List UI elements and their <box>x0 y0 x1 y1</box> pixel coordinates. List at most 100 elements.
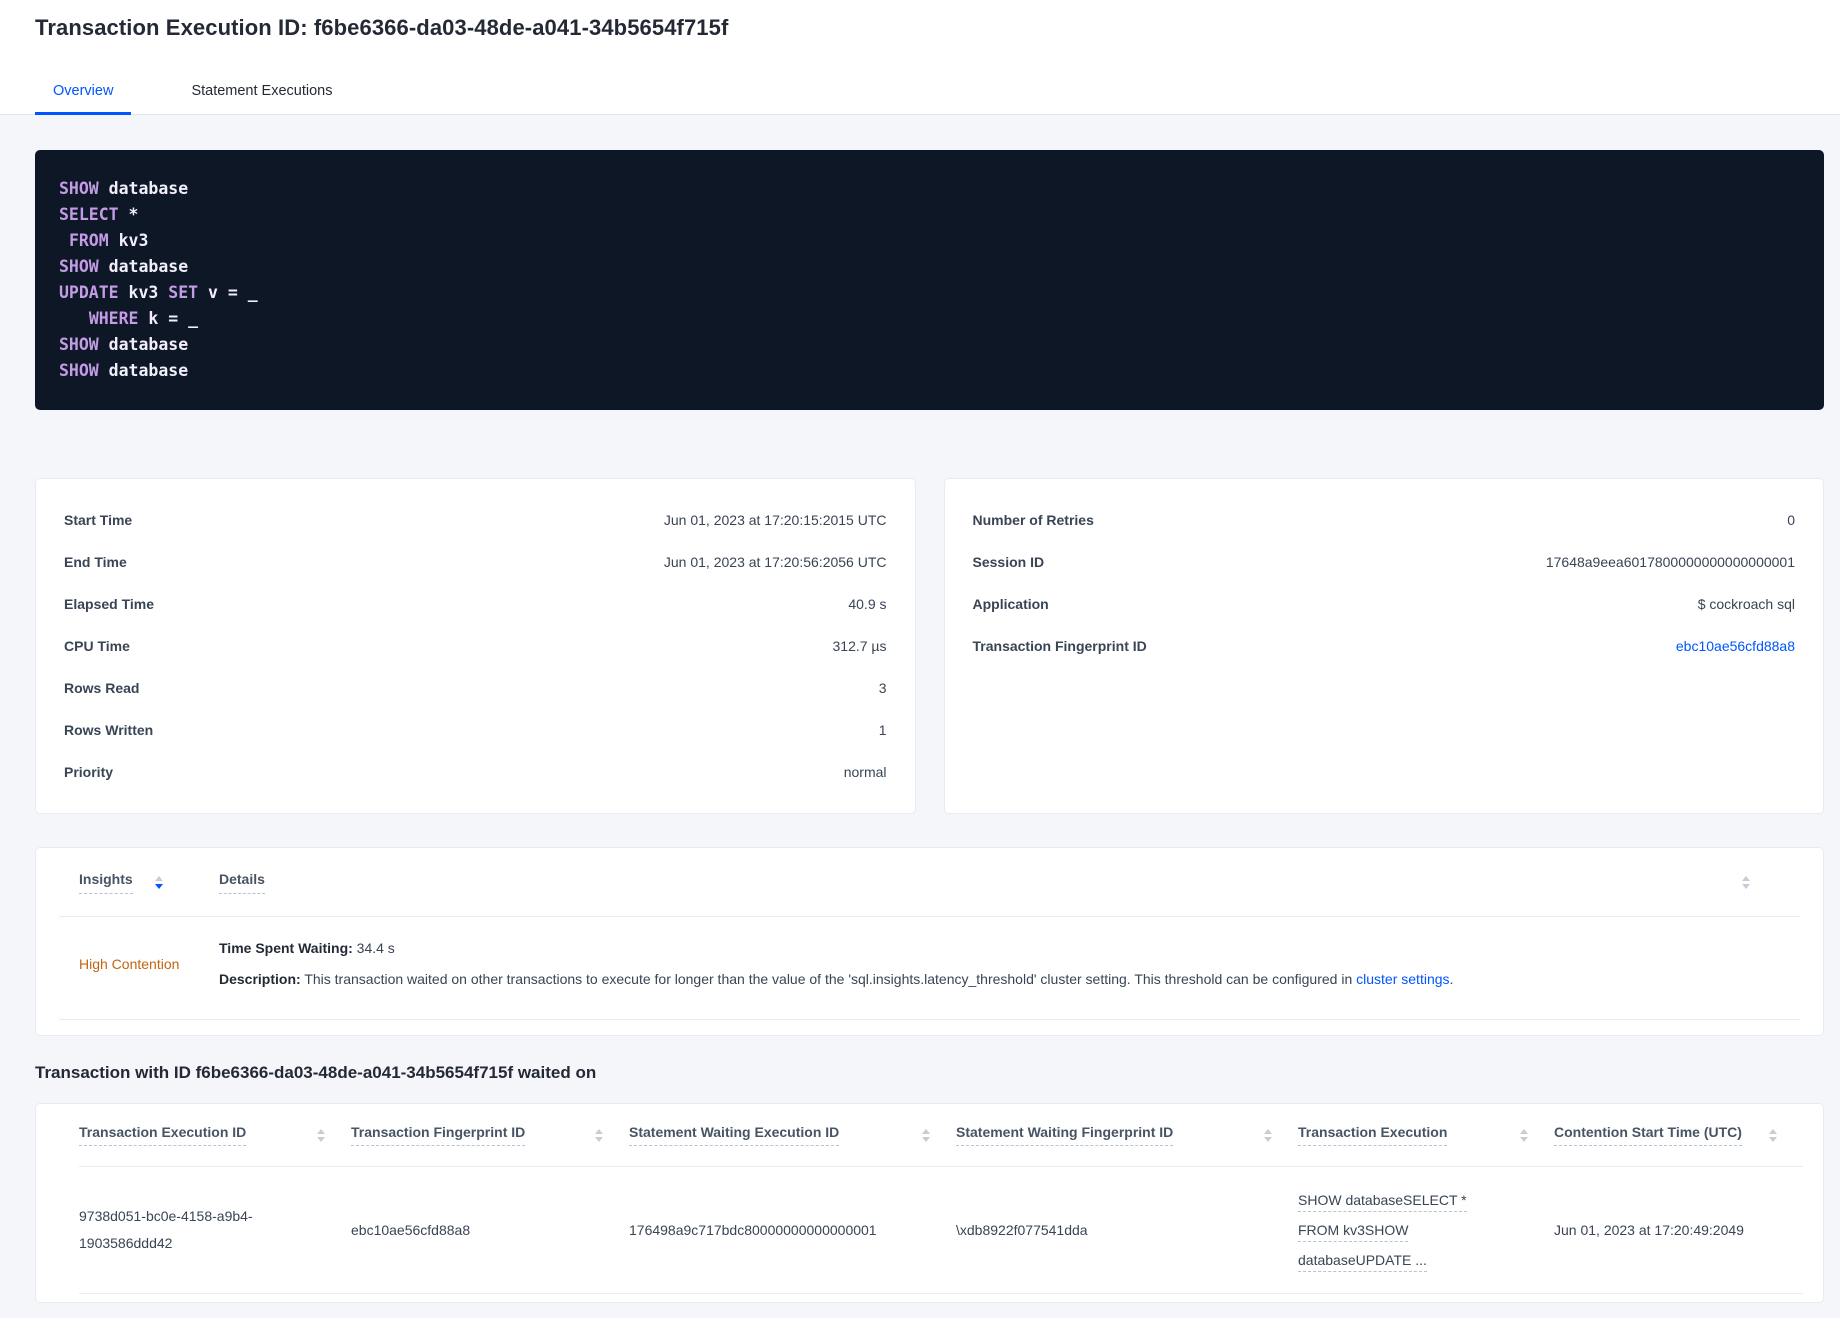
insight-row: High Contention Time Spent Waiting: 34.4… <box>59 917 1800 1020</box>
transaction-fingerprint-link[interactable]: ebc10ae56cfd88a8 <box>1676 638 1795 654</box>
summary-row: Rows Written 1 <box>64 709 887 751</box>
waited-on-table-row: 9738d051-bc0e-4158-a9b4-1903586ddd42 ebc… <box>79 1167 1803 1294</box>
summary-value: 40.9 s <box>848 596 887 612</box>
column-header-transaction-fingerprint-id[interactable]: Transaction Fingerprint ID <box>351 1124 629 1146</box>
description-label: Description: <box>219 971 301 987</box>
summary-row: Session ID 17648a9eea60178000000000000000… <box>973 541 1796 583</box>
sql-line: SHOW database <box>59 335 189 354</box>
insights-card: Insights Details High Contention Time Sp… <box>35 847 1824 1036</box>
summary-value: Jun 01, 2023 at 17:20:15:2015 UTC <box>663 512 887 528</box>
summary-cards: Start Time Jun 01, 2023 at 17:20:15:2015 … <box>35 478 1824 814</box>
transaction-execution-line: databaseUPDATE ... <box>1298 1252 1427 1272</box>
description-text: This transaction waited on other transac… <box>300 971 1357 987</box>
execution-summary-card: Start Time Jun 01, 2023 at 17:20:15:2015 … <box>35 478 916 814</box>
summary-value: 17648a9eea6017800000000000000001 <box>1545 554 1795 570</box>
cell-transaction-execution-link[interactable]: SHOW databaseSELECT * FROM kv3SHOW datab… <box>1298 1185 1554 1275</box>
transaction-execution-line: FROM kv3SHOW <box>1298 1222 1409 1242</box>
insight-details: Time Spent Waiting: 34.4 s Description: … <box>219 933 1800 995</box>
summary-row: Start Time Jun 01, 2023 at 17:20:15:2015 … <box>64 499 887 541</box>
column-header-statement-waiting-fingerprint-id[interactable]: Statement Waiting Fingerprint ID <box>956 1124 1298 1146</box>
sort-icon[interactable] <box>154 875 163 889</box>
summary-row: Application $ cockroach sql <box>973 583 1796 625</box>
summary-row: Number of Retries 0 <box>973 499 1796 541</box>
sql-line: WHERE k = _ <box>88 309 199 328</box>
summary-row: Rows Read 3 <box>64 667 887 709</box>
sort-icon[interactable] <box>595 1128 603 1142</box>
summary-row: Priority normal <box>64 751 887 793</box>
sort-icon[interactable] <box>1520 1128 1528 1142</box>
column-header-label: Transaction Fingerprint ID <box>351 1124 526 1146</box>
sql-line: UPDATE kv3 SET v = _ <box>59 283 258 302</box>
insights-table-header: Insights Details <box>59 848 1800 917</box>
summary-value: 0 <box>1787 512 1795 528</box>
waited-on-table-card: Transaction Execution ID Transaction Fing… <box>35 1103 1824 1303</box>
cell-statement-waiting-fingerprint-id: \xdb8922f077541dda <box>956 1221 1088 1238</box>
column-header-transaction-execution[interactable]: Transaction Execution <box>1298 1124 1554 1146</box>
sort-icon[interactable] <box>317 1128 325 1142</box>
time-spent-waiting-value: 34.4 s <box>352 940 395 956</box>
sql-line: SHOW database <box>59 179 189 198</box>
cluster-settings-link[interactable]: cluster settings <box>1356 971 1449 987</box>
insight-description: Description: This transaction waited on … <box>219 964 1780 995</box>
summary-value: $ cockroach sql <box>1697 596 1795 612</box>
column-header-label: Statement Waiting Execution ID <box>629 1124 840 1146</box>
summary-row: CPU Time 312.7 µs <box>64 625 887 667</box>
sql-line: FROM kv3 <box>68 231 149 250</box>
sql-line: SELECT * <box>59 205 139 224</box>
page-title: Transaction Execution ID: f6be6366-da03-… <box>35 15 729 40</box>
details-column-label[interactable]: Details <box>219 871 265 894</box>
page-content: SHOW database SELECT * FROM kv3 SHOW datab… <box>0 150 1840 1303</box>
sql-statements-box: SHOW database SELECT * FROM kv3 SHOW datab… <box>35 150 1824 410</box>
tab-bar: Overview Statement Executions <box>35 83 351 115</box>
summary-row: Transaction Fingerprint ID ebc10ae56cfd88… <box>973 625 1796 667</box>
page-header: Transaction Execution ID: f6be6366-da03-… <box>0 0 1840 115</box>
column-header-label: Transaction Execution ID <box>79 1124 247 1146</box>
summary-label: Number of Retries <box>972 512 1094 528</box>
cell-statement-waiting-execution-id: 176498a9c717bdc80000000000000001 <box>629 1221 877 1238</box>
summary-row: End Time Jun 01, 2023 at 17:20:56:2056 UT… <box>64 541 887 583</box>
summary-value: 3 <box>878 680 887 696</box>
summary-label: Application <box>972 596 1049 612</box>
summary-label: Transaction Fingerprint ID <box>972 638 1147 654</box>
sql-line: SHOW database <box>59 361 189 380</box>
cell-contention-start-time: Jun 01, 2023 at 17:20:49:2049 <box>1554 1221 1744 1238</box>
summary-value: normal <box>843 764 887 780</box>
summary-row: Elapsed Time 40.9 s <box>64 583 887 625</box>
column-header-label: Statement Waiting Fingerprint ID <box>956 1124 1174 1146</box>
summary-value: 1 <box>878 722 887 738</box>
tab-statement-executions[interactable]: Statement Executions <box>173 83 350 115</box>
column-header-transaction-execution-id[interactable]: Transaction Execution ID <box>79 1124 351 1146</box>
session-summary-card: Number of Retries 0 Session ID 17648a9eea60… <box>943 478 1824 814</box>
waited-on-table-header: Transaction Execution ID Transaction Fing… <box>79 1104 1803 1167</box>
cell-transaction-execution-id: 9738d051-bc0e-4158-a9b4-1903586ddd42 <box>79 1208 253 1251</box>
insights-column-header[interactable]: Insights <box>59 871 219 894</box>
summary-label: Session ID <box>972 554 1045 570</box>
sort-icon[interactable] <box>1769 1128 1777 1142</box>
summary-value: 312.7 µs <box>832 638 887 654</box>
transaction-execution-line: SHOW databaseSELECT * <box>1298 1192 1467 1212</box>
column-header-contention-start-time-utc[interactable]: Contention Start Time (UTC) <box>1554 1124 1803 1146</box>
summary-label: Rows Written <box>64 722 154 738</box>
sort-icon[interactable] <box>922 1128 930 1142</box>
summary-value: Jun 01, 2023 at 17:20:56:2056 UTC <box>663 554 887 570</box>
summary-label: Priority <box>64 764 114 780</box>
cell-transaction-fingerprint-id: ebc10ae56cfd88a8 <box>351 1221 471 1238</box>
tab-overview[interactable]: Overview <box>35 83 132 115</box>
waited-on-heading: Transaction with ID f6be6366-da03-48de-a… <box>35 1063 597 1082</box>
sort-icon[interactable] <box>1264 1128 1272 1142</box>
description-suffix: . <box>1449 971 1454 987</box>
summary-label: Rows Read <box>64 680 140 696</box>
insight-name: High Contention <box>79 956 180 972</box>
summary-label: End Time <box>64 554 127 570</box>
time-spent-waiting-label: Time Spent Waiting: <box>219 940 353 956</box>
summary-label: CPU Time <box>64 638 130 654</box>
sql-line: SHOW database <box>59 257 189 276</box>
sort-icon[interactable] <box>1742 875 1750 889</box>
column-header-statement-waiting-execution-id[interactable]: Statement Waiting Execution ID <box>629 1124 956 1146</box>
time-spent-waiting: Time Spent Waiting: 34.4 s <box>219 933 1780 964</box>
summary-label: Elapsed Time <box>64 596 155 612</box>
summary-label: Start Time <box>64 512 133 528</box>
details-column-header: Details <box>219 871 1800 894</box>
column-header-label: Transaction Execution <box>1298 1124 1448 1146</box>
insights-column-label: Insights <box>79 871 133 894</box>
